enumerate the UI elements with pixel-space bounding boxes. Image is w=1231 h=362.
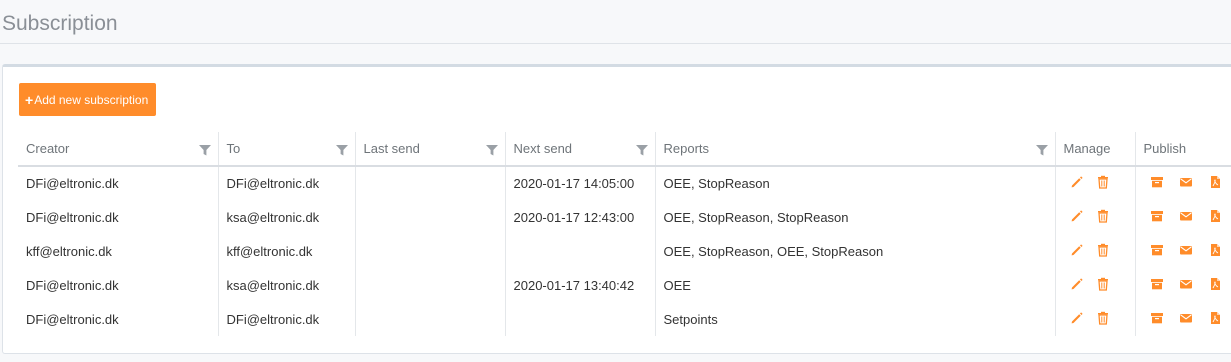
filter-icon[interactable] — [198, 144, 211, 156]
cell-reports: OEE, StopReason — [654, 166, 1055, 200]
cell-next-send — [504, 302, 655, 336]
envelope-icon[interactable] — [1179, 277, 1193, 294]
cell-to: DFi@eltronic.dk — [217, 302, 355, 336]
column-header-label: Manage — [1063, 141, 1111, 156]
column-header-manage: Manage — [1054, 132, 1135, 167]
cell-manage — [1054, 234, 1135, 268]
filter-icon[interactable] — [335, 144, 348, 156]
cell-manage — [1054, 268, 1135, 302]
trash-icon[interactable] — [1096, 277, 1110, 294]
title-divider — [0, 43, 1231, 44]
pencil-icon[interactable] — [1070, 209, 1084, 226]
cell-creator: DFi@eltronic.dk — [26, 277, 119, 293]
pdf-file-icon[interactable] — [1208, 243, 1222, 260]
cell-publish — [1134, 302, 1231, 336]
archive-icon[interactable] — [1150, 175, 1164, 192]
cell-reports: OEE, StopReason, StopReason — [654, 200, 1055, 234]
column-header-to[interactable]: To — [217, 132, 355, 167]
subscription-table: Creator To Last send Next send Reports Manage… — [18, 132, 1231, 336]
subscription-panel: + Add new subscription Creator To Last send… — [2, 64, 1231, 354]
column-header-creator[interactable]: Creator — [18, 132, 218, 167]
pencil-icon[interactable] — [1070, 277, 1084, 294]
pdf-file-icon[interactable] — [1208, 209, 1222, 226]
envelope-icon[interactable] — [1179, 311, 1193, 328]
pencil-icon[interactable] — [1070, 311, 1084, 328]
column-header-label: Next send — [513, 141, 573, 156]
cell-last-send — [354, 200, 505, 234]
trash-icon[interactable] — [1096, 175, 1110, 192]
cell-reports: Setpoints — [654, 302, 1055, 336]
cell-to: DFi@eltronic.dk — [217, 166, 355, 200]
column-header-label: Creator — [26, 141, 70, 156]
column-header-label: Reports — [663, 141, 710, 156]
cell-creator: DFi@eltronic.dk — [26, 311, 119, 327]
cell-manage — [1054, 302, 1135, 336]
cell-next-send: 2020-01-17 13:40:42 — [504, 268, 655, 302]
cell-reports: OEE, StopReason, OEE, StopReason — [654, 234, 1055, 268]
envelope-icon[interactable] — [1179, 209, 1193, 226]
add-subscription-label: Add new subscription — [34, 92, 149, 107]
archive-icon[interactable] — [1150, 243, 1164, 260]
table-row: DFi@eltronic.dk ksa@eltronic.dk 2020-01-17… — [18, 200, 1231, 234]
pdf-file-icon[interactable] — [1208, 175, 1222, 192]
cell-to: kff@eltronic.dk — [217, 234, 355, 268]
cell-reports: OEE — [654, 268, 1055, 302]
column-header-publish: Publish — [1134, 132, 1231, 167]
table-row: DFi@eltronic.dk DFi@eltronic.dk 2020-01-17… — [18, 166, 1231, 200]
column-header-last-send[interactable]: Last send — [354, 132, 505, 167]
pencil-icon[interactable] — [1070, 175, 1084, 192]
pdf-file-icon[interactable] — [1208, 311, 1222, 328]
table-row: DFi@eltronic.dk ksa@eltronic.dk 2020-01-17… — [18, 268, 1231, 302]
cell-last-send — [354, 268, 505, 302]
filter-icon[interactable] — [1035, 144, 1048, 156]
archive-icon[interactable] — [1150, 311, 1164, 328]
column-header-label: Last send — [363, 141, 420, 156]
cell-creator: DFi@eltronic.dk — [26, 176, 119, 191]
cell-next-send — [504, 234, 655, 268]
column-header-label: To — [226, 141, 241, 156]
cell-next-send: 2020-01-17 14:05:00 — [504, 166, 655, 200]
trash-icon[interactable] — [1096, 209, 1110, 226]
column-header-reports[interactable]: Reports — [654, 132, 1055, 167]
cell-to: ksa@eltronic.dk — [217, 268, 355, 302]
cell-publish — [1134, 166, 1231, 200]
pdf-file-icon[interactable] — [1208, 277, 1222, 294]
table-body: DFi@eltronic.dk DFi@eltronic.dk 2020-01-17… — [18, 166, 1231, 336]
add-subscription-button[interactable]: + Add new subscription — [19, 83, 156, 116]
envelope-icon[interactable] — [1179, 175, 1193, 192]
page-title: Subscription — [2, 12, 118, 36]
trash-icon[interactable] — [1096, 311, 1110, 328]
cell-creator: DFi@eltronic.dk — [26, 209, 119, 225]
table-row: DFi@eltronic.dk DFi@eltronic.dk Setpoints — [18, 302, 1231, 336]
cell-publish — [1134, 268, 1231, 302]
trash-icon[interactable] — [1096, 243, 1110, 260]
archive-icon[interactable] — [1150, 209, 1164, 226]
envelope-icon[interactable] — [1179, 243, 1193, 260]
pencil-icon[interactable] — [1070, 243, 1084, 260]
cell-last-send — [354, 166, 505, 200]
cell-last-send — [354, 302, 505, 336]
archive-icon[interactable] — [1150, 277, 1164, 294]
table-row: kff@eltronic.dk kff@eltronic.dk OEE, StopR… — [18, 234, 1231, 268]
cell-last-send — [354, 234, 505, 268]
cell-manage — [1054, 166, 1135, 200]
table-header: Creator To Last send Next send Reports Manage… — [18, 132, 1231, 167]
cell-publish — [1134, 234, 1231, 268]
cell-manage — [1054, 200, 1135, 234]
cell-next-send: 2020-01-17 12:43:00 — [504, 200, 655, 234]
cell-to: ksa@eltronic.dk — [217, 200, 355, 234]
column-header-label: Publish — [1143, 141, 1187, 156]
column-header-next-send[interactable]: Next send — [504, 132, 655, 167]
filter-icon[interactable] — [635, 144, 648, 156]
filter-icon[interactable] — [485, 144, 498, 156]
cell-publish — [1134, 200, 1231, 234]
cell-creator: kff@eltronic.dk — [26, 243, 112, 259]
plus-icon: + — [25, 91, 34, 108]
